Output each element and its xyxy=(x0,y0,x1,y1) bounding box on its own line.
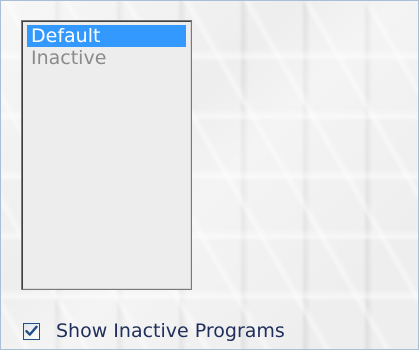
list-item-default[interactable]: Default xyxy=(27,25,186,47)
show-inactive-label[interactable]: Show Inactive Programs xyxy=(56,320,285,342)
check-icon xyxy=(25,325,38,336)
program-listbox[interactable]: Default Inactive xyxy=(21,20,192,290)
show-inactive-checkbox[interactable] xyxy=(23,322,40,340)
program-list: Default Inactive xyxy=(27,25,186,285)
list-item-inactive[interactable]: Inactive xyxy=(27,47,186,69)
show-inactive-option[interactable]: Show Inactive Programs xyxy=(23,319,285,343)
program-panel: Default Inactive Show Inactive Programs xyxy=(0,0,419,350)
